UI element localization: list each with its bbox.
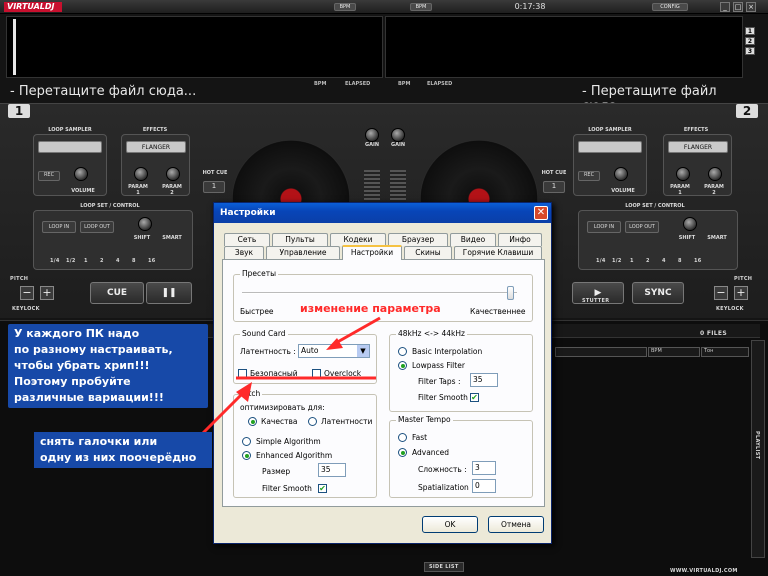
annotation-arrow bbox=[333, 316, 381, 346]
annotation-note: У каждого ПК надо по разному настраивать… bbox=[8, 324, 208, 408]
uncheck-line: одну из них поочерёдно bbox=[40, 451, 197, 464]
note-line: чтобы убрать хрип!!! bbox=[14, 359, 150, 372]
annotation-uncheck: снять галочки или одну из них поочерёдно bbox=[34, 432, 212, 468]
uncheck-line: снять галочки или bbox=[40, 435, 158, 448]
note-line: различные вариации!!! bbox=[14, 391, 164, 404]
virtualdj-window: VIRTUALDJ BPM BPM 0:17:38 CONFIG _ □ × 1… bbox=[0, 0, 768, 576]
annotation-arrows bbox=[182, 316, 381, 454]
note-line: по разному настраивать, bbox=[14, 343, 173, 356]
note-line: Поэтому пробуйте bbox=[14, 375, 131, 388]
tab-settings[interactable]: Настройки bbox=[342, 245, 402, 260]
note-line: У каждого ПК надо bbox=[14, 327, 140, 340]
